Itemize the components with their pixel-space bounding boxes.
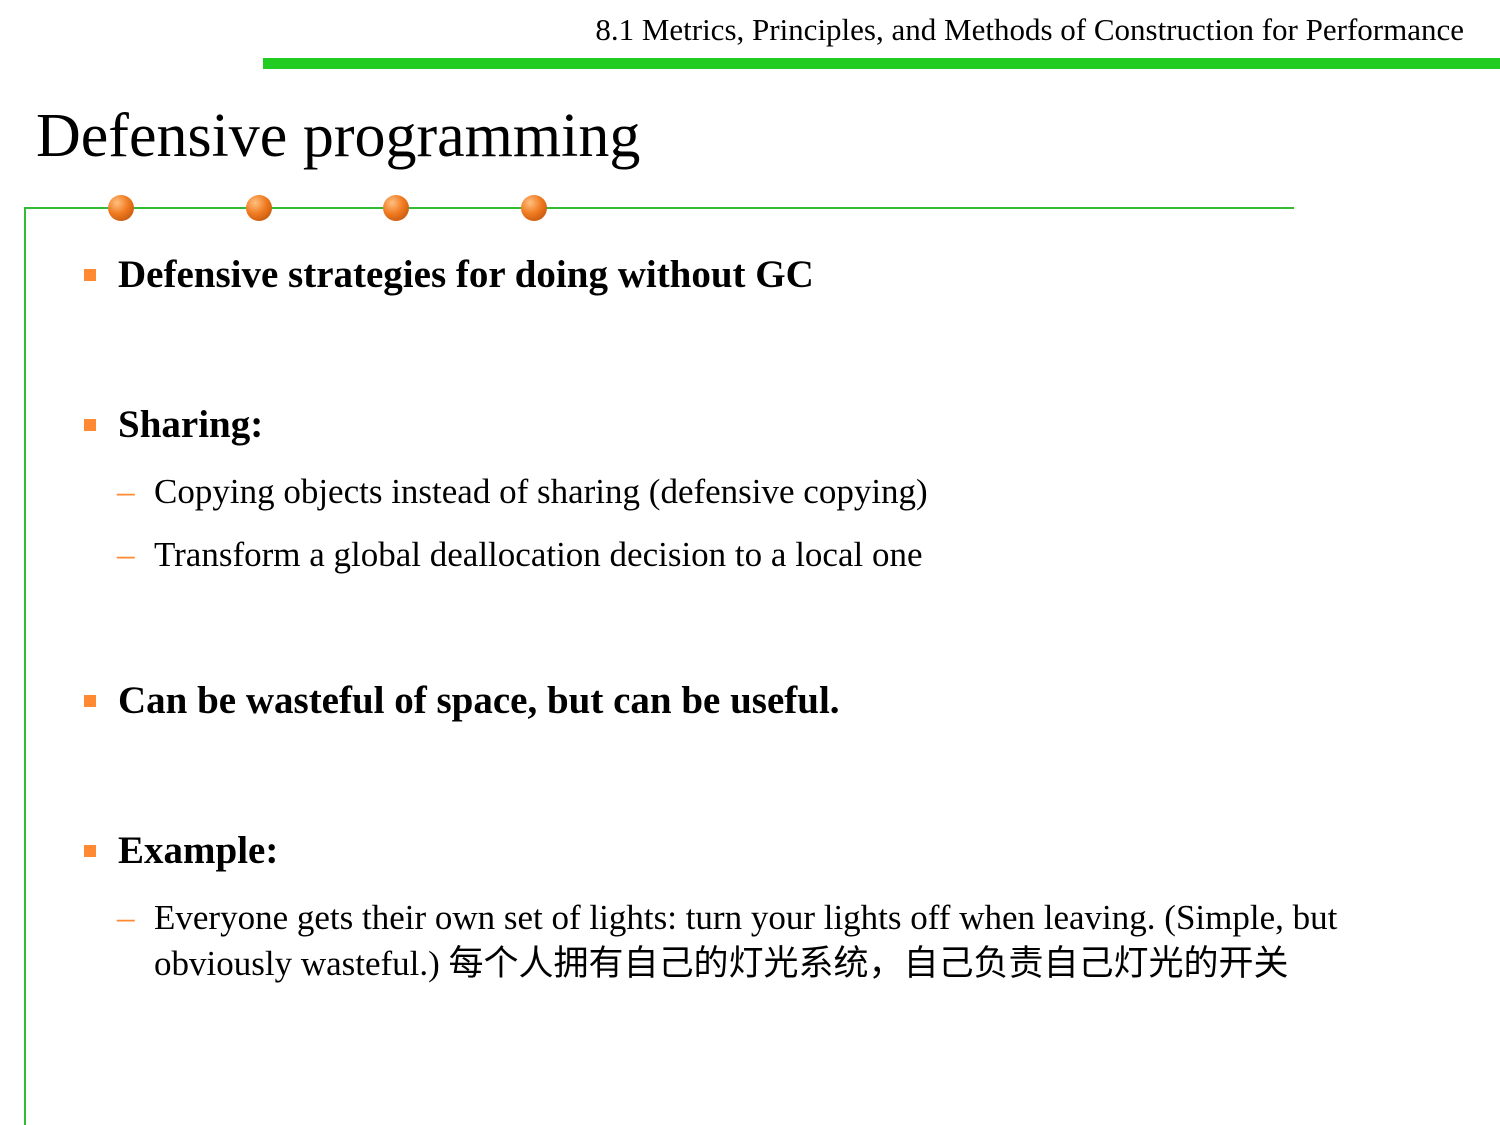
bullet-text: Can be wasteful of space, but can be use… — [118, 679, 840, 722]
sub-bullet-lights: – Everyone gets their own set of lights:… — [117, 895, 1399, 987]
decorative-dot-icon — [246, 195, 272, 221]
square-bullet-icon — [84, 419, 96, 431]
bullet-defensive-strategies: Defensive strategies for doing without G… — [84, 251, 814, 299]
sub-bullet-copying: – Copying objects instead of sharing (de… — [117, 469, 928, 515]
frame-left-line — [24, 207, 26, 1125]
section-title: 8.1 Metrics, Principles, and Methods of … — [595, 12, 1464, 47]
square-bullet-icon — [84, 269, 96, 281]
sub-bullet-text: Everyone gets their own set of lights: t… — [154, 898, 1338, 983]
dash-bullet-icon: – — [117, 535, 135, 574]
decorative-dot-icon — [383, 195, 409, 221]
frame-top-line — [24, 207, 1294, 209]
slide-title: Defensive programming — [36, 102, 641, 170]
decorative-dot-icon — [108, 195, 134, 221]
bullet-text: Sharing: — [118, 403, 264, 446]
bullet-sharing: Sharing: — [84, 401, 263, 449]
decorative-dot-icon — [521, 195, 547, 221]
sub-bullet-text: Transform a global deallocation decision… — [154, 535, 923, 574]
square-bullet-icon — [84, 695, 96, 707]
sub-bullet-transform: – Transform a global deallocation decisi… — [117, 532, 923, 578]
dash-bullet-icon: – — [117, 898, 135, 937]
bullet-text: Defensive strategies for doing without G… — [118, 253, 814, 296]
square-bullet-icon — [84, 845, 96, 857]
bullet-text: Example: — [118, 829, 279, 872]
bullet-wasteful: Can be wasteful of space, but can be use… — [84, 677, 840, 725]
sub-bullet-text: Copying objects instead of sharing (defe… — [154, 472, 928, 511]
bullet-example: Example: — [84, 827, 278, 875]
dash-bullet-icon: – — [117, 472, 135, 511]
header-rule — [263, 58, 1500, 69]
